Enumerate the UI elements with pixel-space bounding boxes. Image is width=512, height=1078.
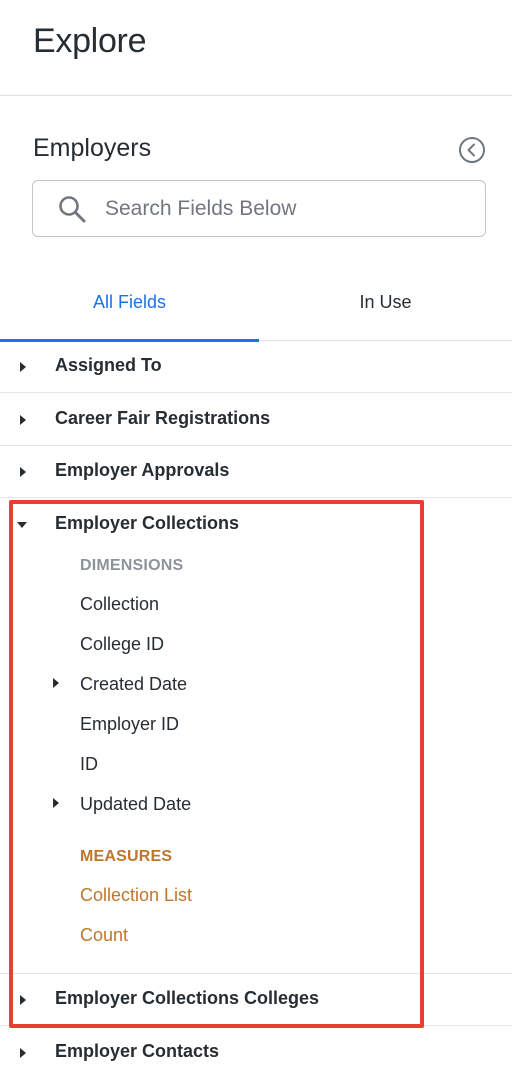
view-row-employer-approvals[interactable]: Employer Approvals <box>0 446 512 498</box>
caret-right-icon <box>20 467 26 477</box>
view-row-assigned-to[interactable]: Assigned To <box>0 341 512 393</box>
caret-right-icon <box>20 362 26 372</box>
field-tabs: All Fields In Use <box>0 264 512 342</box>
explore-header: Explore <box>0 0 512 96</box>
tab-in-use[interactable]: In Use <box>259 264 512 340</box>
field-id[interactable]: ID <box>80 754 98 775</box>
chevron-left-circle-icon <box>459 137 485 163</box>
caret-right-icon[interactable] <box>51 797 61 809</box>
view-row-employer-collections-colleges[interactable]: Employer Collections Colleges <box>0 974 512 1026</box>
view-row-label: Employer Contacts <box>55 1041 220 1061</box>
field-college-id[interactable]: College ID <box>80 634 164 655</box>
caret-right-icon <box>20 995 26 1005</box>
view-row-label: Employer Approvals <box>55 460 230 480</box>
caret-right-icon <box>20 1048 26 1058</box>
field-created-date[interactable]: Created Date <box>80 674 187 695</box>
field-collection[interactable]: Collection <box>80 594 159 615</box>
field-updated-date[interactable]: Updated Date <box>80 794 191 815</box>
search-box[interactable] <box>32 180 486 237</box>
caret-right-icon <box>20 415 26 425</box>
tab-all-fields[interactable]: All Fields <box>0 264 259 342</box>
field-count[interactable]: Count <box>80 925 128 946</box>
view-title: Employers <box>33 134 152 162</box>
measures-group-label: MEASURES <box>80 848 173 865</box>
view-row-label: Employer Collections Colleges <box>55 988 320 1008</box>
view-row-career-fair-registrations[interactable]: Career Fair Registrations <box>0 394 512 446</box>
view-row-label: Career Fair Registrations <box>55 408 271 428</box>
collapse-panel-button[interactable] <box>458 136 486 164</box>
dimensions-group-label: DIMENSIONS <box>80 557 184 574</box>
caret-right-icon[interactable] <box>51 677 61 689</box>
view-row-label[interactable]: Employer Collections <box>55 513 239 534</box>
page-title: Explore <box>33 22 147 60</box>
search-icon <box>59 196 86 223</box>
view-row-employer-collections: Employer Collections DIMENSIONS Collecti… <box>0 499 512 974</box>
view-row-label: Assigned To <box>55 355 162 375</box>
search-input[interactable] <box>105 181 475 236</box>
caret-down-icon[interactable] <box>16 520 28 530</box>
field-collection-list[interactable]: Collection List <box>80 885 192 906</box>
view-row-employer-contacts[interactable]: Employer Contacts <box>0 1027 512 1078</box>
field-employer-id[interactable]: Employer ID <box>80 714 179 735</box>
